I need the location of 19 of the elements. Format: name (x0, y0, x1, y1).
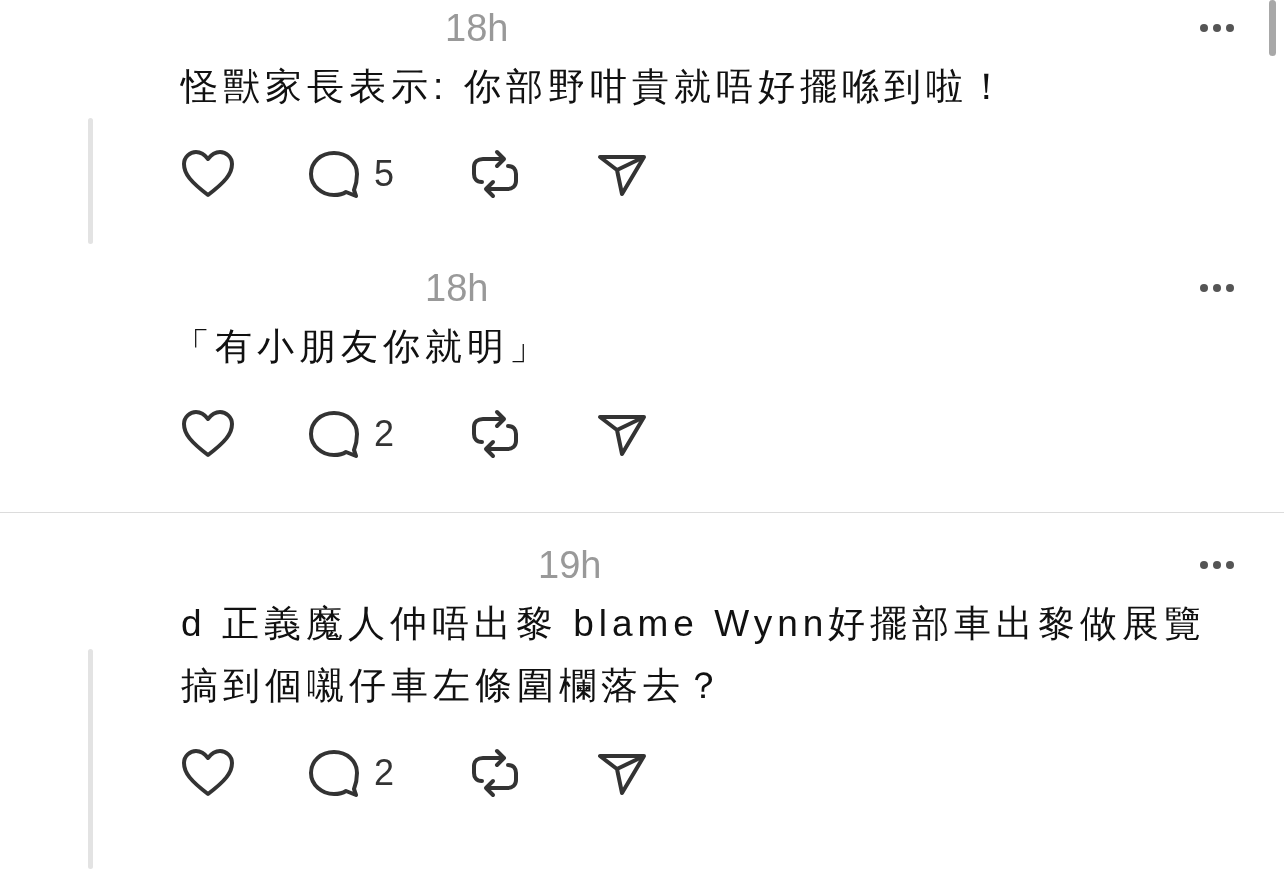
timestamp: 18h (425, 266, 489, 310)
repost-icon[interactable] (470, 149, 520, 199)
repost-icon[interactable] (470, 409, 520, 459)
scrollbar[interactable] (1269, 0, 1276, 56)
comment-count: 5 (374, 153, 395, 195)
heart-icon[interactable] (181, 749, 235, 797)
timestamp: 19h (538, 543, 602, 587)
post-text: 「有小朋友你就明」 (173, 325, 552, 369)
comment-count: 2 (374, 413, 395, 455)
comment-icon[interactable] (308, 749, 360, 797)
heart-icon[interactable] (181, 410, 235, 458)
timestamp: 18h (445, 6, 509, 50)
repost-icon[interactable] (470, 748, 520, 798)
comment-icon[interactable] (308, 410, 360, 458)
comment-icon[interactable] (308, 150, 360, 198)
post-text: d 正義魔人仲唔出黎 blame Wynn好擺部車出黎做展覽搞到個嚫仔車左條圍欄落去？ (181, 602, 1208, 708)
post-text: 怪獸家長表示: 你部野咁貴就唔好擺喺到啦！ (181, 65, 1011, 109)
heart-icon[interactable] (181, 150, 235, 198)
comment-count: 2 (374, 752, 395, 794)
